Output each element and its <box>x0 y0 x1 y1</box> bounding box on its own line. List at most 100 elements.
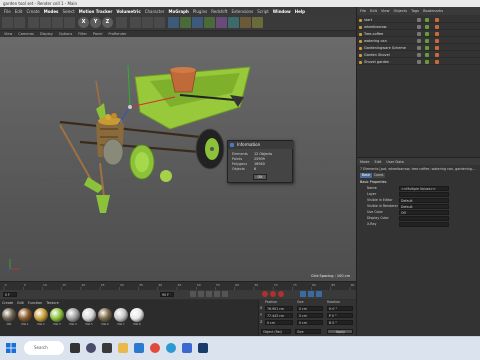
camera-icon[interactable] <box>240 17 251 28</box>
rotation-key-icon[interactable] <box>316 291 322 297</box>
object-menu-file[interactable]: File <box>360 9 366 13</box>
object-row[interactable]: Tree-coffee <box>357 31 480 37</box>
enable-check-icon[interactable] <box>425 18 429 22</box>
enable-check-icon[interactable] <box>425 39 429 43</box>
go-to-end-icon[interactable] <box>222 291 228 297</box>
array-icon[interactable] <box>204 17 215 28</box>
scale-key-icon[interactable] <box>308 291 314 297</box>
menu-item-plugins[interactable]: Plugins <box>193 9 207 14</box>
material-swatch[interactable] <box>98 308 112 322</box>
enable-check-icon[interactable] <box>425 46 429 50</box>
viewport-menu-filter[interactable]: Filter <box>78 32 87 36</box>
3d-viewport[interactable]: Grid Spacing : 100 cm <box>0 37 356 281</box>
chrome-icon[interactable] <box>150 343 160 353</box>
light-icon[interactable] <box>252 17 263 28</box>
render-settings-icon[interactable] <box>154 17 165 28</box>
coordinate-mode-select[interactable]: Object (Rel) <box>261 329 291 334</box>
object-menu-view[interactable]: View <box>381 9 390 13</box>
render-picture-viewer-icon[interactable] <box>142 17 153 28</box>
viewport-menu-view[interactable]: View <box>4 32 12 36</box>
visibility-icon[interactable] <box>417 25 421 29</box>
render-view-icon[interactable] <box>130 17 141 28</box>
enable-check-icon[interactable] <box>425 32 429 36</box>
menu-item-help[interactable]: Help <box>295 9 305 14</box>
current-frame-field[interactable]: 0 F <box>3 292 17 297</box>
material-swatch[interactable] <box>50 308 64 322</box>
photos-icon[interactable] <box>182 343 192 353</box>
size-mode-select[interactable]: Size <box>295 329 321 334</box>
coordinate-rot-field[interactable]: H 0 ° <box>327 306 353 311</box>
keyframe-selection-icon[interactable] <box>278 291 284 297</box>
material-menu-edit[interactable]: Edit <box>17 301 24 305</box>
live-selection-icon[interactable] <box>28 17 39 28</box>
edge-icon[interactable] <box>166 343 176 353</box>
material-swatch[interactable] <box>2 308 16 322</box>
material-swatch[interactable] <box>130 308 144 322</box>
end-frame-field[interactable]: 90 F <box>160 292 174 297</box>
menu-item-extensions[interactable]: Extensions <box>231 9 253 14</box>
visibility-icon[interactable] <box>417 60 421 64</box>
object-menu-tags[interactable]: Tags <box>411 9 419 13</box>
menu-item-volumetric[interactable]: Volumetric <box>116 9 140 14</box>
object-row[interactable]: wheelbarrow <box>357 24 480 30</box>
coordinate-size-field[interactable]: 0 cm <box>297 313 323 318</box>
visibility-icon[interactable] <box>417 53 421 57</box>
autokey-icon[interactable] <box>270 291 276 297</box>
menu-item-motion-tracker[interactable]: Motion Tracker <box>79 9 113 14</box>
apply-button[interactable]: Apply <box>327 329 353 334</box>
coordinate-pos-field[interactable]: 77.443 cm <box>265 313 293 318</box>
photoshop-icon[interactable] <box>198 343 208 353</box>
go-to-start-icon[interactable] <box>190 291 196 297</box>
material-menu-function[interactable]: Function <box>28 301 42 305</box>
material-swatch[interactable] <box>34 308 48 322</box>
object-row[interactable]: watering can <box>357 38 480 44</box>
coordinate-pos-field[interactable]: 76.901 cm <box>265 306 293 311</box>
cinema4d-icon[interactable] <box>86 343 96 353</box>
enable-check-icon[interactable] <box>425 25 429 29</box>
object-menu-edit[interactable]: Edit <box>370 9 377 13</box>
material-swatch[interactable] <box>82 308 96 322</box>
viewport-menu-cameras[interactable]: Cameras <box>18 32 34 36</box>
x-axis-lock-button[interactable]: X <box>78 17 89 28</box>
visibility-icon[interactable] <box>417 32 421 36</box>
material-swatch[interactable] <box>18 308 32 322</box>
attribute-value-field[interactable] <box>399 221 449 227</box>
coordinate-size-field[interactable]: 0 cm <box>297 320 323 325</box>
attribute-value-field[interactable]: Default <box>399 203 449 209</box>
enable-check-icon[interactable] <box>425 53 429 57</box>
file-explorer-icon[interactable] <box>70 343 80 353</box>
dialog-ok-button[interactable]: OK <box>253 174 267 180</box>
move-icon[interactable] <box>40 17 51 28</box>
pen-icon[interactable] <box>180 17 191 28</box>
material-tag-icon[interactable] <box>435 25 439 29</box>
object-menu-bookmarks[interactable]: Bookmarks <box>423 9 443 13</box>
z-axis-lock-button[interactable]: Z <box>102 17 113 28</box>
visibility-icon[interactable] <box>417 18 421 22</box>
tab-basic[interactable]: Basic <box>360 173 372 178</box>
material-tag-icon[interactable] <box>435 18 439 22</box>
attr-menu-mode[interactable]: Mode <box>360 160 370 164</box>
attribute-value-field[interactable]: Default <box>399 197 449 203</box>
menu-item-mograph[interactable]: MoGraph <box>168 9 188 14</box>
attribute-value-field[interactable] <box>399 215 449 221</box>
material-swatch[interactable] <box>114 308 128 322</box>
object-row[interactable]: Garden Shovel <box>357 52 480 58</box>
menu-item-modes[interactable]: Modes <box>44 9 59 14</box>
floor-icon[interactable] <box>228 17 239 28</box>
menu-item-edit[interactable]: Edit <box>15 9 23 14</box>
menu-item-script[interactable]: Script <box>257 9 269 14</box>
coordinate-size-field[interactable]: 0 cm <box>297 306 323 311</box>
rotate-icon[interactable] <box>64 17 75 28</box>
redo-icon[interactable] <box>14 17 25 28</box>
position-key-icon[interactable] <box>300 291 306 297</box>
object-row[interactable]: Gardeningware Scheme <box>357 45 480 51</box>
attribute-value-field[interactable]: <<Multiple Values>> <box>399 185 449 191</box>
menu-item-file[interactable]: File <box>4 9 11 14</box>
visibility-icon[interactable] <box>417 46 421 50</box>
object-row[interactable]: start <box>357 17 480 23</box>
object-menu-objects[interactable]: Objects <box>394 9 408 13</box>
attr-menu-user-data[interactable]: User Data <box>386 160 403 164</box>
record-icon[interactable] <box>262 291 268 297</box>
subdivision-icon[interactable] <box>192 17 203 28</box>
coordinate-pos-field[interactable]: 0 cm <box>265 320 293 325</box>
